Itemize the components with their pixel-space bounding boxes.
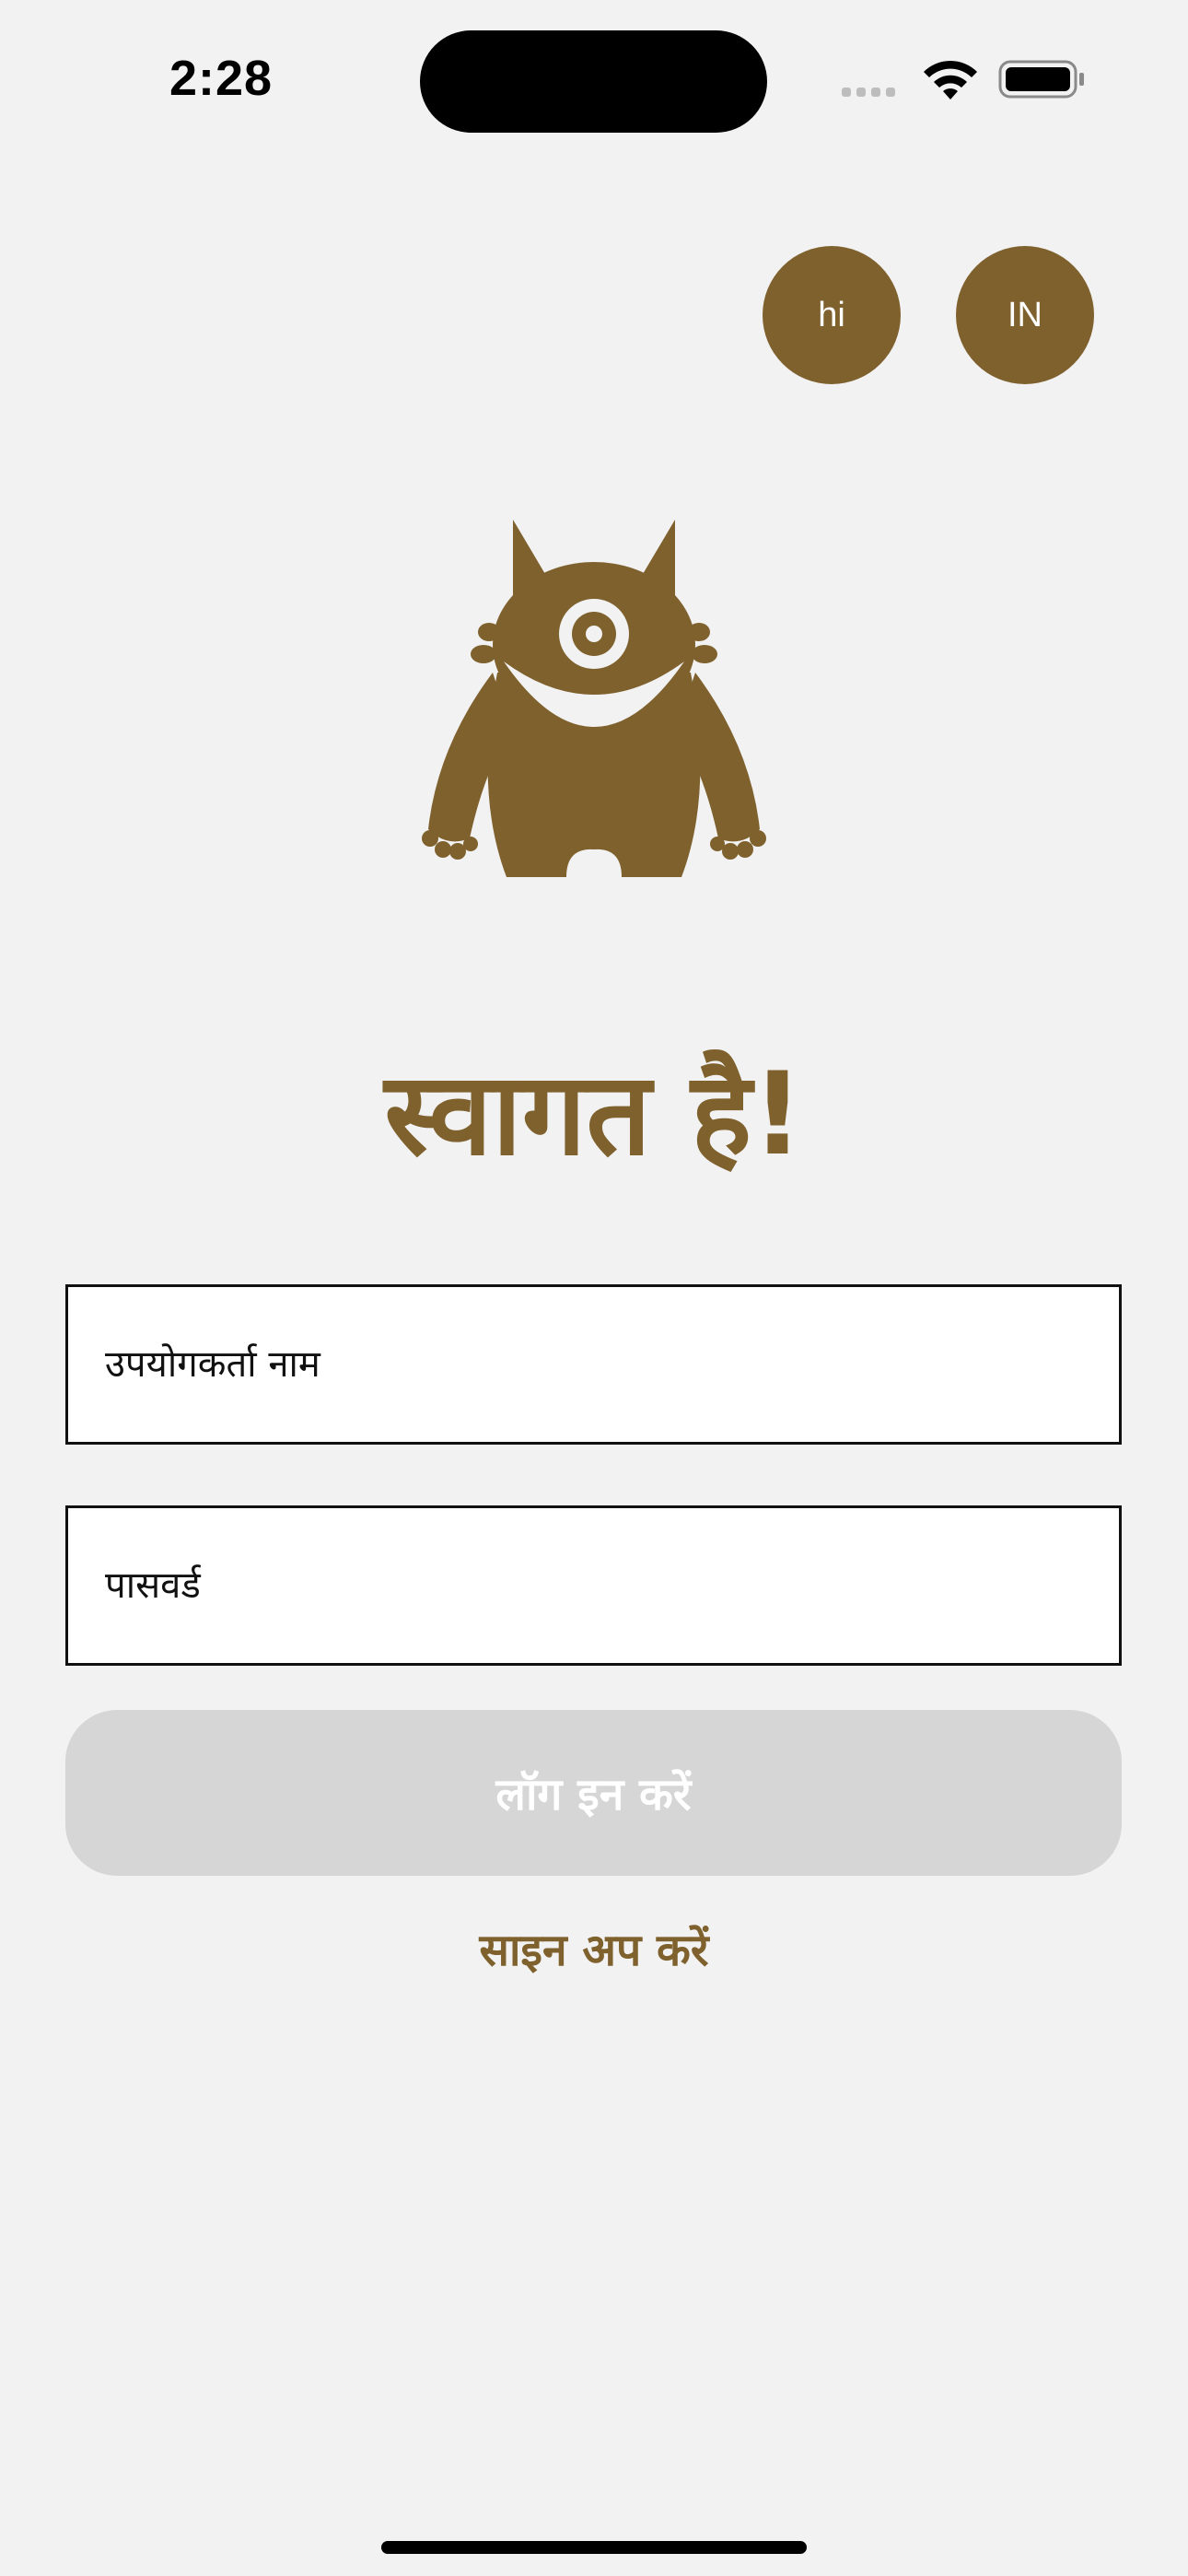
battery-icon <box>998 60 1084 99</box>
username-input[interactable] <box>68 1287 1119 1442</box>
monster-mascot-icon <box>422 520 766 877</box>
signup-link[interactable]: साइन अप करें <box>0 1916 1188 1985</box>
username-field-container <box>65 1284 1122 1445</box>
region-button[interactable]: IN <box>956 246 1094 384</box>
wifi-icon <box>924 60 977 100</box>
welcome-title: स्वागत है! <box>384 1048 804 1181</box>
password-input[interactable] <box>68 1508 1119 1663</box>
login-button[interactable]: लॉग इन करें <box>65 1710 1122 1876</box>
home-indicator[interactable] <box>381 2541 807 2554</box>
language-button[interactable]: hi <box>763 246 901 384</box>
password-field-container <box>65 1505 1122 1666</box>
cellular-signal-icon <box>842 88 895 97</box>
dynamic-island <box>420 30 767 133</box>
status-time: 2:28 <box>169 51 274 106</box>
